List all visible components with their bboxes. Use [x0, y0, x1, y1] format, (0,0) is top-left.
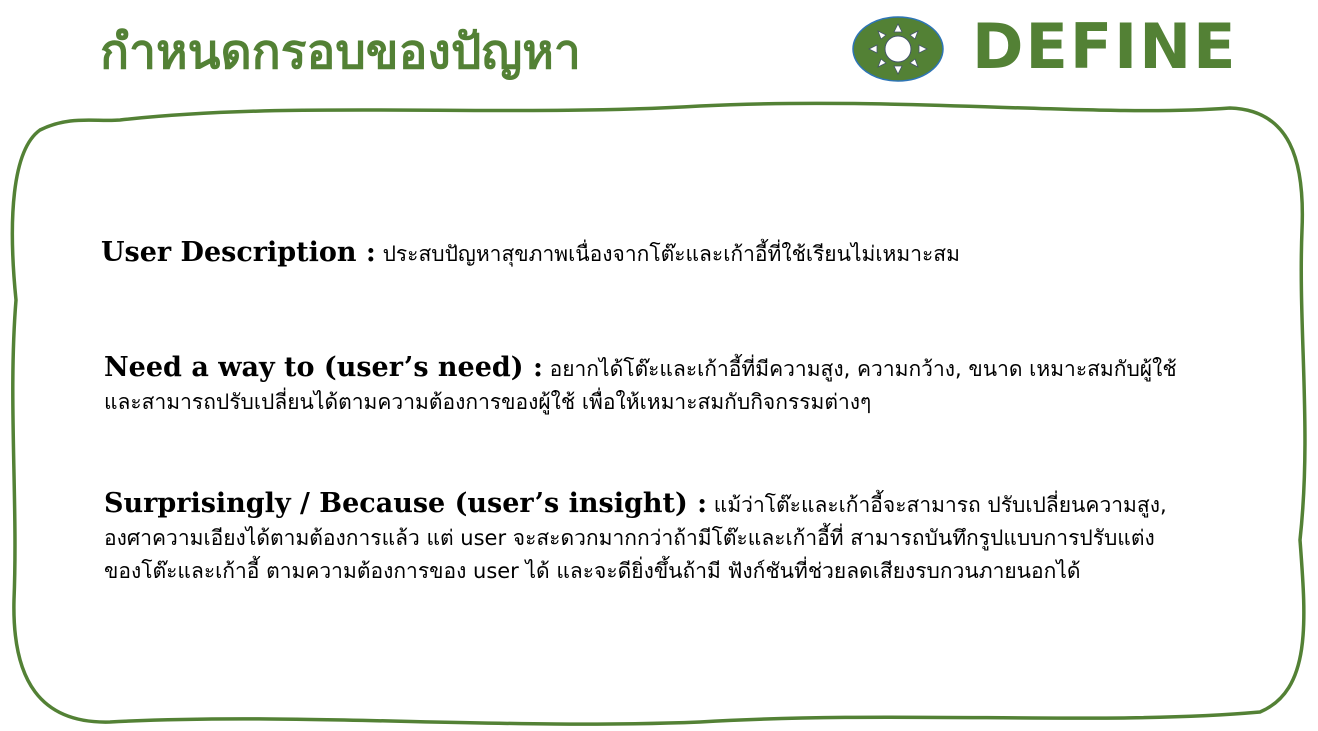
user-need: Need a way to (user’s need) : อยากได้โต๊…	[104, 351, 1184, 419]
user-description-text: ประสบปัญหาสุขภาพเนื่องจากโต๊ะและเก้าอี้ท…	[375, 242, 960, 266]
user-need-label: Need a way to (user’s need) :	[104, 352, 543, 383]
user-insight: Surprisingly / Because (user’s insight) …	[104, 487, 1184, 588]
user-description: User Description : ประสบปัญหาสุขภาพเนื่อ…	[101, 236, 960, 271]
user-description-label: User Description :	[101, 237, 376, 268]
user-insight-label: Surprisingly / Because (user’s insight) …	[104, 488, 708, 519]
